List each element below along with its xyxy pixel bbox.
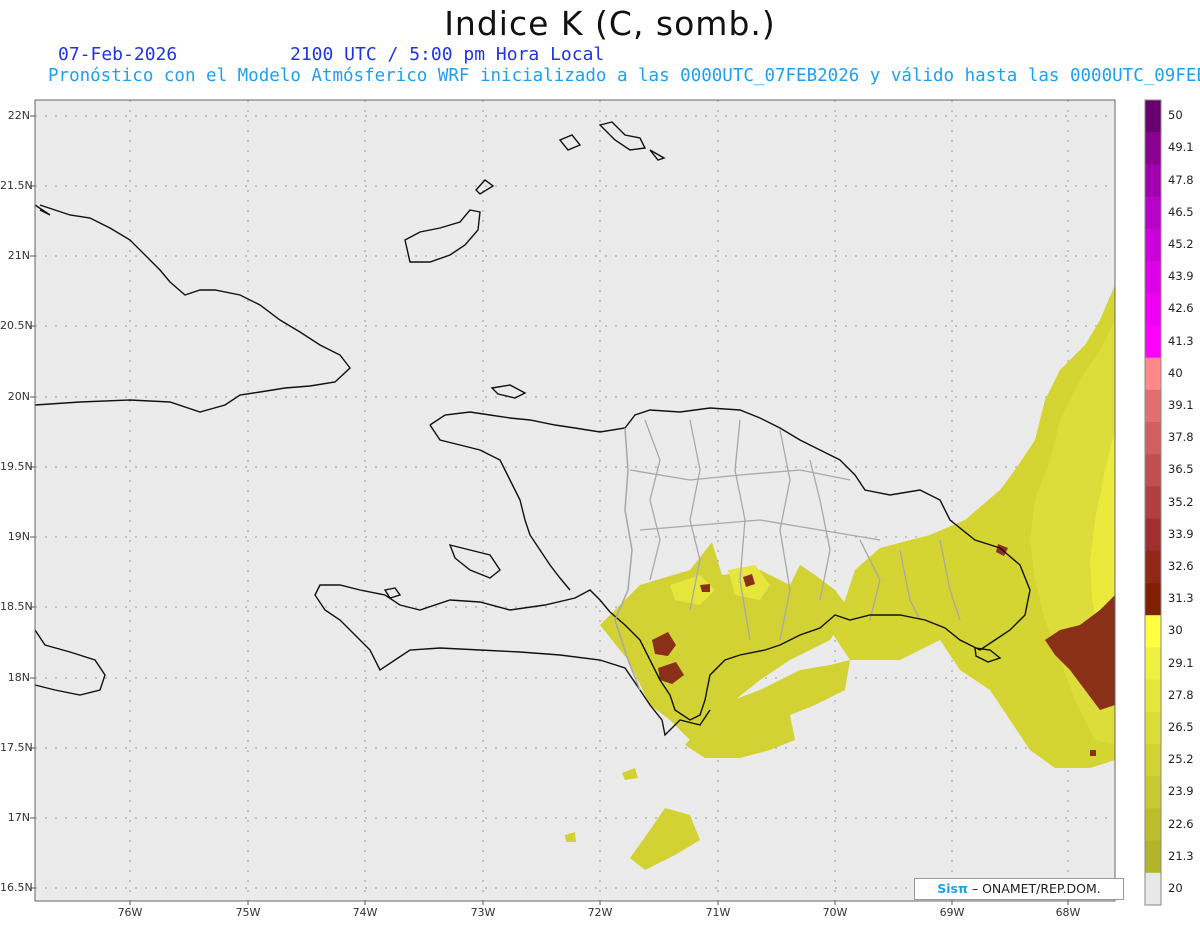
legend-swatch	[1145, 132, 1161, 165]
legend-label: 49.1	[1168, 140, 1194, 155]
legend-swatch	[1145, 261, 1161, 294]
legend-label: 31.3	[1168, 591, 1194, 606]
legend-swatch	[1145, 357, 1161, 391]
lon-label: 73W	[470, 906, 496, 919]
legend-swatch	[1145, 647, 1161, 681]
legend-label: 39.1	[1168, 397, 1194, 412]
legend-swatch	[1145, 840, 1161, 874]
sispi-logo: Sisπ	[937, 881, 968, 896]
lat-label: 18.5N	[0, 600, 33, 613]
legend-label: 27.8	[1168, 687, 1194, 702]
legend-labels: 50 49.1 47.8 46.5 45.2 43.9 42.6 41.3 40 39.1 37.8…	[1164, 100, 1200, 905]
legend-label: 33.9	[1168, 526, 1194, 541]
lon-label: 75W	[235, 906, 261, 919]
legend-swatch	[1145, 293, 1161, 326]
lat-label: 19N	[7, 530, 30, 543]
legend-label: 37.8	[1168, 430, 1194, 445]
legend-swatch	[1145, 454, 1161, 487]
lat-label: 16.5N	[0, 881, 33, 894]
legend-swatch	[1145, 196, 1161, 230]
legend-swatch	[1145, 872, 1161, 906]
legend-label: 43.9	[1168, 269, 1194, 284]
lon-label: 70W	[822, 906, 848, 919]
legend-label: 41.3	[1168, 333, 1194, 348]
legend-swatch	[1145, 486, 1161, 520]
credit-box: Sisπ – ONAMET/REP.DOM.	[914, 878, 1124, 900]
lon-label: 68W	[1055, 906, 1081, 919]
legend-colorbar	[1144, 99, 1162, 906]
lat-label: 19.5N	[0, 460, 33, 473]
lat-label: 22N	[7, 109, 30, 122]
lat-label: 17N	[7, 811, 30, 824]
legend-swatch	[1145, 744, 1161, 777]
lon-label: 74W	[352, 906, 378, 919]
legend-swatch	[1145, 228, 1161, 262]
lon-label: 69W	[939, 906, 965, 919]
legend-label: 29.1	[1168, 655, 1194, 670]
legend-label: 21.3	[1168, 848, 1194, 863]
lat-label: 21N	[7, 249, 30, 262]
legend-swatch	[1145, 679, 1161, 713]
lon-label: 71W	[705, 906, 731, 919]
legend-swatch	[1145, 615, 1161, 648]
legend-label: 22.6	[1168, 816, 1194, 831]
lat-label: 21.5N	[0, 179, 33, 192]
legend-label: 46.5	[1168, 204, 1194, 219]
legend-label: 30	[1168, 623, 1183, 638]
legend-swatch	[1145, 164, 1161, 198]
legend-label: 23.9	[1168, 784, 1194, 799]
legend-label: 35.2	[1168, 494, 1194, 509]
legend-label: 36.5	[1168, 462, 1194, 477]
legend-swatch	[1145, 100, 1161, 133]
legend-label: 50	[1168, 108, 1183, 123]
legend-swatch	[1145, 550, 1161, 584]
lat-label: 20N	[7, 390, 30, 403]
legend-swatch	[1145, 583, 1161, 616]
map-background	[35, 100, 1115, 901]
credit-text: – ONAMET/REP.DOM.	[971, 881, 1101, 896]
legend-swatch	[1145, 711, 1161, 745]
legend-label: 26.5	[1168, 719, 1194, 734]
legend-label: 40	[1168, 365, 1183, 380]
legend-swatch	[1145, 808, 1161, 842]
legend-label: 20	[1168, 880, 1183, 895]
legend-swatch	[1145, 325, 1161, 359]
legend-label: 32.6	[1168, 558, 1194, 573]
lat-label: 20.5N	[0, 319, 33, 332]
legend-swatch	[1145, 389, 1161, 423]
lon-label: 76W	[117, 906, 143, 919]
legend-label: 25.2	[1168, 752, 1194, 767]
legend-swatch	[1145, 518, 1161, 552]
legend-label: 47.8	[1168, 172, 1194, 187]
legend-swatch	[1145, 422, 1161, 455]
lat-label: 17.5N	[0, 741, 33, 754]
legend-label: 45.2	[1168, 236, 1194, 251]
lat-label: 18N	[7, 671, 30, 684]
forecast-map	[30, 99, 1162, 906]
legend-swatch	[1145, 776, 1161, 809]
legend-label: 42.6	[1168, 301, 1194, 316]
lon-label: 72W	[587, 906, 613, 919]
